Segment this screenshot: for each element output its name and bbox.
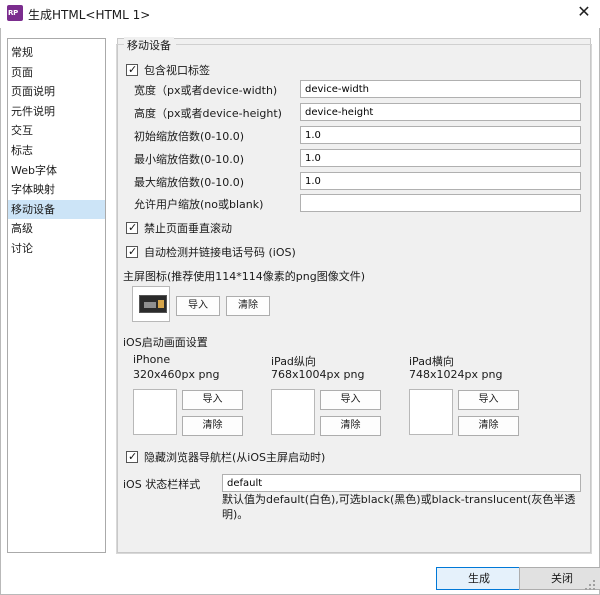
iphone-size-label: 320x460px png: [133, 368, 220, 381]
status-bar-hint: 默认值为default(白色),可选black(黑色)或black-transl…: [222, 493, 576, 506]
home-icon-thumbnail: [139, 295, 167, 313]
generate-button[interactable]: 生成: [436, 567, 522, 590]
min-scale-input[interactable]: [300, 149, 581, 167]
user-scalable-label: 允许用户缩放(no或blank): [134, 198, 264, 211]
resize-grip-icon[interactable]: [585, 580, 597, 592]
height-label: 高度（px或者device-height): [134, 107, 282, 120]
user-scalable-input[interactable]: [300, 194, 581, 212]
disable-scroll-checkbox[interactable]: [126, 221, 138, 234]
hide-nav-bar-checkbox[interactable]: [126, 450, 138, 463]
auto-detect-phone-label: 自动检测并链接电话号码 (iOS): [144, 246, 296, 259]
ios-startup-title: iOS启动画面设置: [123, 336, 208, 349]
disable-scroll-label: 禁止页面垂直滚动: [144, 222, 232, 235]
axure-rp-icon: RP: [7, 5, 23, 21]
ipad-landscape-label: iPad横向: [409, 355, 454, 368]
ipad-portrait-label: iPad纵向: [271, 355, 316, 368]
sidebar-item-interactions[interactable]: 交互: [8, 121, 105, 140]
settings-sidebar: 常规 页面 页面说明 元件说明 交互 标志 Web字体 字体映射 移动设备 高级…: [7, 38, 106, 553]
iphone-clear-button[interactable]: 清除: [182, 416, 243, 436]
ipad-portrait-startup-preview: [271, 389, 315, 435]
groupbox-border: [176, 44, 592, 45]
sidebar-item-font-mappings[interactable]: 字体映射: [8, 180, 105, 199]
include-viewport-checkbox[interactable]: [126, 63, 138, 76]
sidebar-item-logo[interactable]: 标志: [8, 141, 105, 160]
ipad-landscape-size-label: 748x1024px png: [409, 368, 503, 381]
include-viewport-label: 包含视口标签: [144, 64, 210, 77]
hide-nav-bar-label: 隐藏浏览器导航栏(从iOS主屏启动时): [144, 451, 326, 464]
iphone-import-button[interactable]: 导入: [182, 390, 243, 410]
sidebar-item-mobile[interactable]: 移动设备: [8, 200, 105, 219]
sidebar-item-general[interactable]: 常规: [8, 43, 105, 62]
sidebar-item-pages[interactable]: 页面: [8, 63, 105, 82]
title-bar: RP 生成HTML<HTML 1> ✕: [0, 0, 600, 28]
home-icon-label: 主屏图标(推荐使用114*114像素的png图像文件): [123, 270, 366, 283]
ipad-portrait-clear-button[interactable]: 清除: [320, 416, 381, 436]
sidebar-item-advanced[interactable]: 高级: [8, 219, 105, 238]
sidebar-item-widget-notes[interactable]: 元件说明: [8, 102, 105, 121]
width-label: 宽度（px或者device-width): [134, 84, 278, 97]
initial-scale-input[interactable]: [300, 126, 581, 144]
home-icon-import-button[interactable]: 导入: [176, 296, 220, 316]
max-scale-label: 最大缩放倍数(0-10.0): [134, 176, 245, 189]
max-scale-input[interactable]: [300, 172, 581, 190]
min-scale-label: 最小缩放倍数(0-10.0): [134, 153, 245, 166]
status-bar-label: iOS 状态栏样式: [123, 478, 201, 491]
groupbox-border: [116, 44, 124, 45]
status-bar-hint-continued: 明)。: [222, 508, 249, 521]
iphone-startup-preview: [133, 389, 177, 435]
height-input[interactable]: [300, 103, 581, 121]
auto-detect-phone-checkbox[interactable]: [126, 245, 138, 258]
ipad-landscape-clear-button[interactable]: 清除: [458, 416, 519, 436]
sidebar-item-web-fonts[interactable]: Web字体: [8, 161, 105, 180]
iphone-label: iPhone: [133, 353, 171, 366]
initial-scale-label: 初始缩放倍数(0-10.0): [134, 130, 245, 143]
home-icon-clear-button[interactable]: 清除: [226, 296, 270, 316]
section-title: 移动设备: [124, 37, 174, 53]
width-input[interactable]: [300, 80, 581, 98]
ipad-landscape-startup-preview: [409, 389, 453, 435]
window-title: 生成HTML<HTML 1>: [28, 8, 151, 22]
sidebar-item-discussion[interactable]: 讨论: [8, 239, 105, 258]
ipad-portrait-size-label: 768x1004px png: [271, 368, 365, 381]
close-icon[interactable]: ✕: [574, 2, 594, 22]
sidebar-item-page-notes[interactable]: 页面说明: [8, 82, 105, 101]
ipad-portrait-import-button[interactable]: 导入: [320, 390, 381, 410]
status-bar-input[interactable]: [222, 474, 581, 492]
ipad-landscape-import-button[interactable]: 导入: [458, 390, 519, 410]
